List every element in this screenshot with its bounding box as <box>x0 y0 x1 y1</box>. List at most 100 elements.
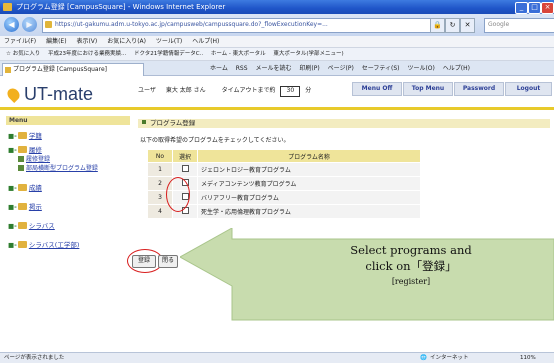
favorites-star-icon[interactable]: ☆ <box>6 51 11 57</box>
ie-app-icon <box>3 3 12 11</box>
page-icon <box>18 165 24 171</box>
address-toolbar: ◀ ▶ https://ut-gakumu.adm.u-tokyo.ac.jp/… <box>0 14 554 36</box>
internet-zone-icon: 🌐 <box>420 355 427 361</box>
menu-view[interactable]: 表示(V) <box>76 38 97 45</box>
sidebar-item-syllabus[interactable]: ■- シラバス <box>8 220 55 230</box>
logout-button[interactable]: Logout <box>505 82 552 96</box>
close-button[interactable]: 閉る <box>158 255 178 268</box>
timeout-value: 30 <box>280 86 301 97</box>
address-input[interactable]: https://ut-gakumu.adm.u-tokyo.ac.jp/camp… <box>42 18 441 33</box>
menu-help[interactable]: ヘルプ(H) <box>192 38 219 45</box>
menu-favorites[interactable]: お気に入り(A) <box>107 38 146 45</box>
sidebar-subitem-rishu-toroku[interactable]: 履修登録 <box>18 154 50 163</box>
search-input[interactable]: Google <box>484 18 554 33</box>
sidebar-item-seiseki[interactable]: ■- 成績 <box>8 182 42 192</box>
folder-icon <box>17 203 27 210</box>
tools-menu-button[interactable]: ツール(O) <box>407 65 434 72</box>
register-button[interactable]: 登録 <box>132 255 156 268</box>
checkbox-highlight-oval <box>166 177 190 212</box>
user-info: ユーザ 東大 太郎 さん タイムアウトまで約 30 分 <box>138 85 311 97</box>
menu-file[interactable]: ファイル(F) <box>4 38 36 45</box>
page-content: UT-mate ユーザ 東大 太郎 さん タイムアウトまで約 30 分 Menu… <box>0 76 554 352</box>
favorites-bar: ☆ お気に入り 平成23年度における業務実績... ドクタ21学籍情報データC.… <box>0 48 554 61</box>
read-mail-button[interactable]: メールを読む <box>255 65 291 72</box>
sidebar-subitem-program-toroku[interactable]: 部局横断型プログラム登録 <box>18 163 98 172</box>
maximize-button[interactable]: □ <box>528 2 541 14</box>
search-placeholder: Google <box>488 21 510 28</box>
command-bar: ホーム RSS メールを読む 印刷(P) ページ(P) セーフティ(S) ツール… <box>210 63 476 75</box>
expand-icon: ■- <box>8 203 17 211</box>
refresh-icon[interactable]: ↻ <box>445 18 460 33</box>
help-menu-button[interactable]: ヘルプ(H) <box>443 65 470 72</box>
sidebar-title: Menu <box>6 116 130 125</box>
minimize-button[interactable]: _ <box>515 2 528 14</box>
row-checkbox-cell <box>172 162 198 177</box>
sidebar-item-syllabus-engineering[interactable]: ■- シラバス(工学部) <box>8 239 79 249</box>
stop-icon[interactable]: ✕ <box>460 18 475 33</box>
table-row: 4 死生学・応用倫理教育プログラム <box>147 204 421 219</box>
sidebar-menu: Menu ■- 学籍 ■- 履修 履修登録 部局横断型プログラム登録 ■- 成績 ■-… <box>6 116 130 316</box>
security-lock-icon[interactable]: 🔒 <box>430 18 445 33</box>
favorite-link[interactable]: ドクタ21学籍情報データC.. <box>134 51 203 57</box>
table-header-row: No 選択 プログラム名称 <box>147 149 421 163</box>
ut-mate-logo: UT-mate <box>5 84 93 105</box>
user-label: ユーザ <box>138 87 156 94</box>
status-bar: ページが表示されました 🌐 インターネット 110% <box>0 352 554 363</box>
favorite-link[interactable]: 平成23年度における業務実績... <box>48 51 126 57</box>
expand-icon: ■- <box>8 222 17 230</box>
col-no-header: No <box>147 149 173 163</box>
expand-icon: ■- <box>8 241 17 249</box>
folder-icon <box>17 184 27 191</box>
expand-icon: ■- <box>8 132 17 140</box>
menu-edit[interactable]: 編集(E) <box>46 38 66 45</box>
home-button[interactable]: ホーム <box>210 65 228 72</box>
timeout-unit: 分 <box>305 87 312 94</box>
tab-label: プログラム登録 [CampusSquare] <box>13 66 107 73</box>
user-name: 東大 太郎 さん <box>165 87 206 94</box>
print-button[interactable]: 印刷(P) <box>299 65 319 72</box>
folder-open-icon <box>17 146 27 153</box>
menu-off-button[interactable]: Menu Off <box>352 82 402 96</box>
status-text: ページが表示されました <box>4 355 65 361</box>
url-text: https://ut-gakumu.adm.u-tokyo.ac.jp/camp… <box>55 21 328 28</box>
browser-tab[interactable]: プログラム登録 [CampusSquare] <box>2 63 144 77</box>
program-table: No 選択 プログラム名称 1 ジェロントロジー教育プログラム 2 メディアコン… <box>147 149 421 219</box>
callout-line-1: Select programs and <box>350 243 472 257</box>
folder-icon <box>17 132 27 139</box>
title-bullet-icon <box>142 120 146 124</box>
page-menu-button[interactable]: ページ(P) <box>328 65 354 72</box>
back-icon[interactable]: ◀ <box>4 17 19 32</box>
callout-text: Select programs and click on「登録」 [regist… <box>266 242 554 290</box>
lock-icon <box>45 21 52 28</box>
sidebar-item-keiji[interactable]: ■- 掲示 <box>8 201 42 211</box>
folder-icon <box>17 222 27 229</box>
callout-line-3: [register] <box>391 277 431 286</box>
program-name: バリアフリー教育プログラム <box>197 190 421 205</box>
instruction-text: 以下の取得希望のプログラムをチェックしてください。 <box>140 137 290 144</box>
rss-button[interactable]: RSS <box>236 65 248 72</box>
callout-line-2: click on「登録」 <box>365 259 457 273</box>
forward-icon[interactable]: ▶ <box>22 17 37 32</box>
page-icon <box>18 156 24 162</box>
sidebar-item-gakuseki[interactable]: ■- 学籍 <box>8 130 42 140</box>
program-name: ジェロントロジー教育プログラム <box>197 162 421 177</box>
page-title: プログラム登録 <box>150 119 196 127</box>
col-select-header: 選択 <box>172 149 198 163</box>
close-window-button[interactable]: × <box>541 2 554 14</box>
instruction-callout: Select programs and click on「登録」 [regist… <box>180 228 554 326</box>
program-checkbox[interactable] <box>181 165 189 172</box>
favorites-label[interactable]: お気に入り <box>13 51 41 57</box>
content-title-bar: プログラム登録 <box>138 119 550 128</box>
menu-tools[interactable]: ツール(T) <box>156 38 182 45</box>
password-button[interactable]: Password <box>454 82 504 96</box>
expand-icon: ■- <box>8 184 17 192</box>
sidebar-item-rishu[interactable]: ■- 履修 <box>8 144 42 154</box>
table-row: 1 ジェロントロジー教育プログラム <box>147 162 421 177</box>
safety-menu-button[interactable]: セーフティ(S) <box>362 65 400 72</box>
favorite-link[interactable]: ホーム - 東大ポータル <box>211 51 266 57</box>
favorite-link[interactable]: 東大ポータル(学部メニュー) <box>273 51 343 57</box>
top-menu-button[interactable]: Top Menu <box>403 82 453 96</box>
header-divider <box>0 107 554 110</box>
logo-mark-icon <box>5 86 22 103</box>
zoom-level[interactable]: 110% <box>520 353 536 364</box>
